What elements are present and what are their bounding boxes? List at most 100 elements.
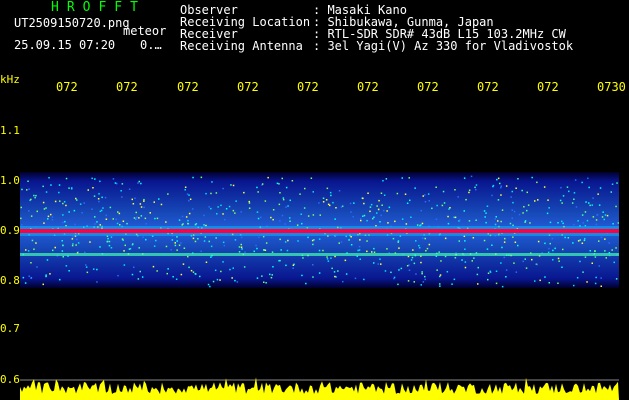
noise-speckle [560,186,562,189]
noise-speckle [205,261,208,263]
noise-speckle [99,210,102,213]
noise-speckle [181,215,184,218]
noise-speckle [256,211,259,213]
noise-speckle [117,274,119,277]
noise-speckle [594,282,597,285]
noise-speckle [170,249,172,251]
noise-speckle [534,200,536,202]
noise-speckle [475,219,477,221]
noise-speckle [43,222,45,224]
noise-speckle [383,194,386,196]
noise-speckle [282,197,285,199]
noise-speckle [224,218,226,221]
noise-speckle [263,249,265,251]
noise-speckle [366,250,368,253]
noise-speckle [278,260,280,262]
noise-speckle [100,209,103,212]
noise-speckle [512,201,514,204]
noise-speckle [464,240,466,242]
noise-speckle [138,180,140,183]
noise-speckle [248,200,250,203]
noise-speckle [188,199,190,202]
noise-speckle [363,202,365,205]
noise-speckle [380,192,383,194]
noise-speckle [188,194,190,196]
noise-speckle [200,250,202,252]
noise-speckle [495,216,497,218]
noise-speckle [474,186,476,189]
noise-speckle [322,197,325,199]
noise-speckle [453,216,455,219]
noise-speckle [137,182,139,184]
noise-speckle [204,236,207,238]
noise-speckle [216,213,218,215]
noise-speckle [567,237,570,239]
noise-speckle [415,273,417,275]
noise-speckle [511,209,513,211]
noise-speckle [248,202,251,204]
noise-speckle [518,213,521,216]
noise-speckle [500,185,503,187]
noise-speckle [421,222,424,225]
noise-speckle [594,250,596,252]
noise-speckle [99,246,101,248]
noise-speckle [281,214,284,217]
noise-speckle [20,206,22,209]
noise-speckle [410,259,413,261]
y-tick-label: 1.0 [0,174,20,187]
noise-speckle [319,214,321,216]
noise-speckle [509,222,512,225]
noise-speckle [47,215,50,218]
noise-speckle [543,186,546,188]
spectrogram-plot [20,172,619,400]
noise-speckle [557,222,559,224]
noise-speckle [121,183,124,185]
noise-speckle [337,270,339,272]
noise-speckle [230,184,232,186]
noise-speckle [349,202,352,205]
noise-speckle [256,186,258,189]
noise-speckle [562,222,564,225]
noise-speckle [426,247,429,250]
noise-speckle [92,187,94,189]
noise-speckle [228,205,231,208]
noise-speckle [384,270,387,272]
noise-speckle [155,239,157,242]
noise-speckle [210,256,212,258]
noise-speckle [592,197,594,199]
noise-speckle [564,236,566,239]
noise-speckle [454,216,457,219]
noise-speckle [566,186,569,188]
noise-speckle [454,257,457,259]
noise-speckle [577,220,579,222]
noise-speckle [45,274,47,276]
noise-speckle [366,240,368,242]
noise-speckle [413,281,415,283]
noise-speckle [279,238,281,241]
noise-speckle [421,237,424,239]
noise-speckle [64,220,66,223]
noise-speckle [561,220,563,223]
noise-speckle [386,248,388,250]
noise-speckle [523,206,525,208]
noise-speckle [153,245,156,247]
noise-speckle [486,205,489,207]
noise-speckle [216,278,219,281]
noise-speckle [263,281,265,283]
noise-speckle [297,240,299,242]
noise-speckle [392,237,395,240]
noise-speckle [496,178,498,181]
noise-speckle [350,244,353,246]
noise-speckle [240,243,242,246]
noise-speckle [501,285,504,288]
noise-speckle [299,193,301,195]
noise-speckle [139,203,142,205]
noise-speckle [514,241,517,243]
noise-speckle [256,247,258,250]
noise-speckle [485,212,487,214]
noise-speckle [585,201,587,203]
noise-speckle [307,215,310,217]
noise-speckle [51,219,54,221]
noise-speckle [329,191,332,194]
noise-speckle [194,273,196,275]
